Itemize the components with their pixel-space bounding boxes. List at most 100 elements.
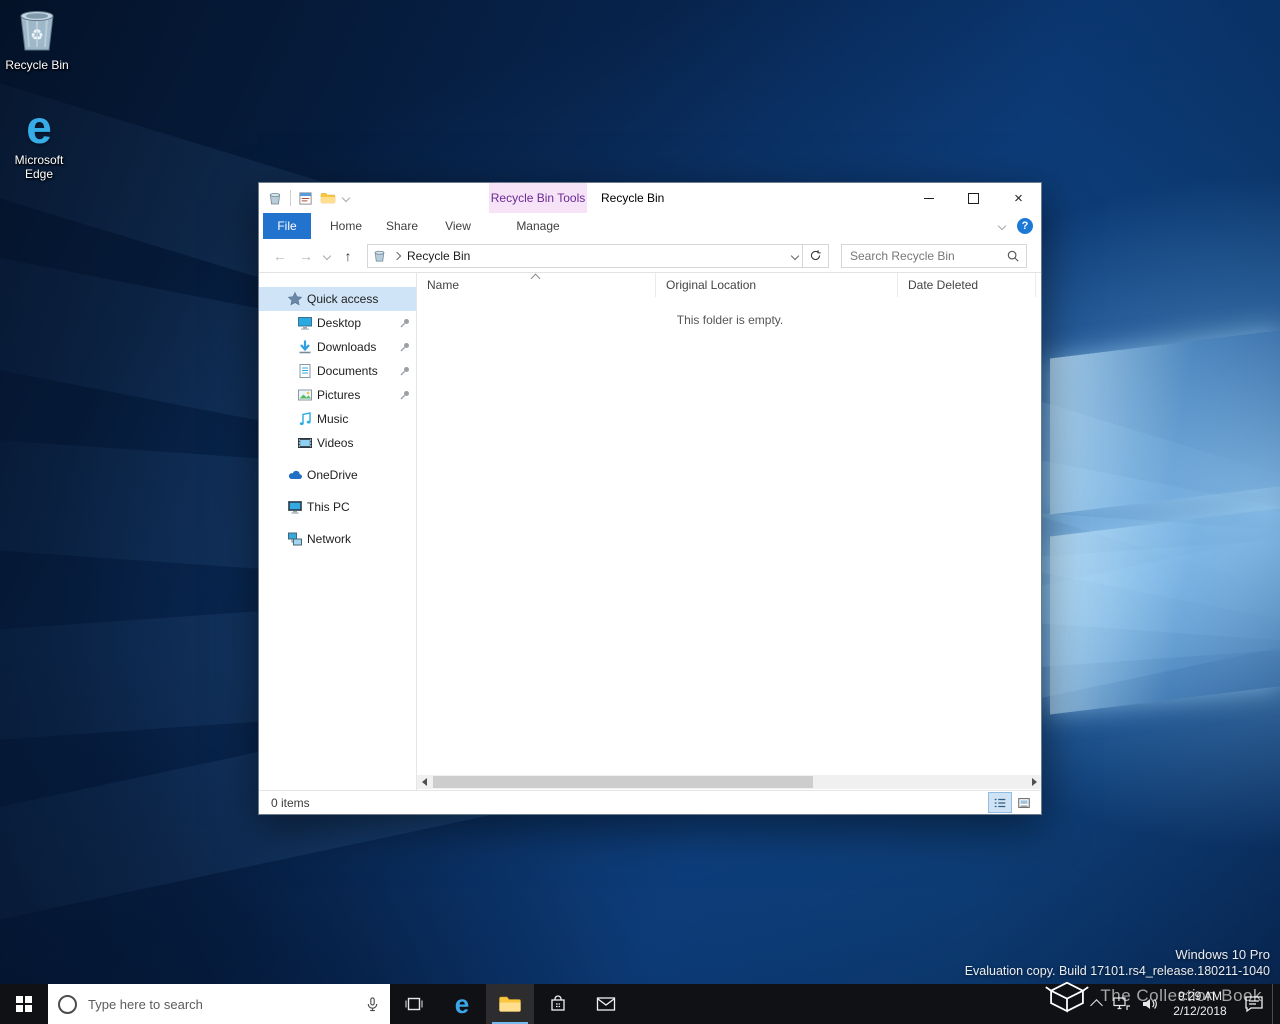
windows-logo-icon (16, 996, 32, 1012)
store-icon (548, 994, 568, 1014)
show-desktop-button[interactable] (1272, 984, 1280, 1024)
desktop-icon-microsoft-edge[interactable]: e Microsoft Edge (4, 102, 74, 182)
tab-home[interactable]: Home (321, 213, 371, 239)
sidebar-item-label: Music (317, 412, 348, 426)
desktop-icon-recycle-bin[interactable]: ♻ Recycle Bin (2, 6, 72, 73)
taskbar-mail-button[interactable] (582, 984, 630, 1024)
close-button[interactable]: × (996, 183, 1041, 213)
window-system-recycle-bin-icon[interactable] (267, 190, 283, 206)
sidebar-item-onedrive[interactable]: OneDrive (259, 463, 416, 487)
qat-customize-chevron-icon[interactable] (342, 194, 350, 202)
clock-date: 2/12/2018 (1173, 1004, 1226, 1019)
cortana-icon (58, 995, 77, 1014)
expand-ribbon-chevron-icon[interactable] (998, 222, 1006, 230)
column-header-name[interactable]: Name (417, 273, 656, 297)
back-button[interactable]: ← (267, 244, 293, 268)
status-bar: 0 items (259, 790, 1041, 814)
microphone-icon[interactable] (365, 996, 380, 1012)
ribbon-right-controls: ? (999, 213, 1033, 239)
pin-icon (399, 317, 411, 329)
scrollbar-thumb[interactable] (433, 776, 813, 788)
music-folder-icon (297, 411, 313, 427)
scroll-right-button[interactable] (1027, 775, 1041, 789)
sidebar-item-documents[interactable]: Documents (259, 359, 416, 383)
up-button[interactable]: ↑ (335, 244, 361, 268)
maximize-button[interactable] (951, 183, 996, 213)
task-view-button[interactable] (390, 984, 438, 1024)
scroll-left-icon (422, 778, 427, 786)
address-dropdown-icon[interactable] (791, 251, 799, 259)
minimize-icon (924, 198, 934, 199)
horizontal-scrollbar[interactable] (417, 775, 1041, 789)
item-count: 0 items (271, 796, 310, 810)
start-button[interactable] (0, 984, 48, 1024)
star-icon (287, 291, 303, 307)
taskbar-edge-button[interactable]: e (438, 984, 486, 1024)
action-center-button[interactable] (1236, 984, 1272, 1024)
taskbar-clock[interactable]: 9:29 AM 2/12/2018 (1164, 984, 1236, 1024)
volume-tray-button[interactable] (1136, 984, 1164, 1024)
minimize-button[interactable] (906, 183, 951, 213)
this-pc-icon (287, 499, 303, 515)
file-explorer-icon (498, 994, 522, 1014)
forward-button[interactable]: → (293, 244, 319, 268)
recent-locations-button[interactable] (319, 244, 335, 268)
address-bar-row: ← → ↑ Recycle Bin (259, 239, 1041, 273)
empty-folder-message: This folder is empty. (630, 313, 830, 327)
refresh-icon (809, 249, 822, 262)
sidebar-item-label: Documents (317, 364, 378, 378)
sidebar-item-label: Quick access (307, 292, 378, 306)
column-header-original-location[interactable]: Original Location (656, 273, 898, 297)
sidebar-item-network[interactable]: Network (259, 527, 416, 551)
show-hidden-icons-button[interactable] (1084, 984, 1108, 1024)
sidebar-item-quick-access[interactable]: Quick access (259, 287, 416, 311)
address-bar[interactable]: Recycle Bin (367, 244, 803, 268)
maximize-icon (968, 193, 979, 204)
tab-manage[interactable]: Manage (489, 213, 587, 239)
edge-icon: e (455, 991, 469, 1017)
watermark-edition: Windows 10 Pro (965, 947, 1270, 962)
details-view-button[interactable] (989, 793, 1011, 812)
pin-icon (399, 365, 411, 377)
sidebar-item-videos[interactable]: Videos (259, 431, 416, 455)
downloads-folder-icon (297, 339, 313, 355)
window-title: Recycle Bin (601, 183, 664, 213)
clock-time: 9:29 AM (1173, 989, 1226, 1004)
title-bar[interactable]: Recycle Bin Tools Recycle Bin × (259, 183, 1041, 213)
sidebar-item-downloads[interactable]: Downloads (259, 335, 416, 359)
breadcrumb-location[interactable]: Recycle Bin (407, 249, 470, 263)
documents-folder-icon (297, 363, 313, 379)
ribbon-tab-row: File Home Share View Manage ? (259, 213, 1041, 240)
sidebar-item-pictures[interactable]: Pictures (259, 383, 416, 407)
wallpaper-window-pane (1050, 330, 1280, 515)
search-input[interactable] (848, 248, 1006, 264)
help-icon[interactable]: ? (1017, 218, 1033, 234)
sidebar-item-this-pc[interactable]: This PC (259, 495, 416, 519)
scroll-left-button[interactable] (417, 775, 431, 789)
chevron-up-icon (1090, 999, 1103, 1012)
qat-properties-icon[interactable] (298, 191, 313, 206)
taskbar-file-explorer-button[interactable] (486, 984, 534, 1024)
videos-folder-icon (297, 435, 313, 451)
large-icons-view-button[interactable] (1013, 793, 1035, 812)
search-icon[interactable] (1006, 249, 1020, 263)
column-header-label: Original Location (666, 278, 756, 292)
taskbar-store-button[interactable] (534, 984, 582, 1024)
recycle-bin-icon: ♻ (15, 6, 59, 54)
taskbar-search-input[interactable] (86, 996, 356, 1013)
network-tray-button[interactable] (1108, 984, 1136, 1024)
file-list-pane[interactable]: Name Original Location Date Deleted This… (417, 273, 1041, 790)
qat-new-folder-icon[interactable] (320, 191, 336, 205)
recycle-bin-tools-tab[interactable]: Recycle Bin Tools (489, 183, 587, 213)
sidebar-item-desktop[interactable]: Desktop (259, 311, 416, 335)
tab-view[interactable]: View (433, 213, 483, 239)
sidebar-item-music[interactable]: Music (259, 407, 416, 431)
breadcrumb-chevron-icon[interactable] (393, 251, 401, 259)
column-header-date-deleted[interactable]: Date Deleted (898, 273, 1036, 297)
watermark-build: Evaluation copy. Build 17101.rs4_release… (965, 964, 1270, 978)
large-icons-view-icon (1017, 796, 1031, 810)
tab-file[interactable]: File (263, 213, 311, 239)
refresh-button[interactable] (803, 244, 829, 268)
tab-share[interactable]: Share (377, 213, 427, 239)
column-header-label: Name (427, 278, 459, 292)
